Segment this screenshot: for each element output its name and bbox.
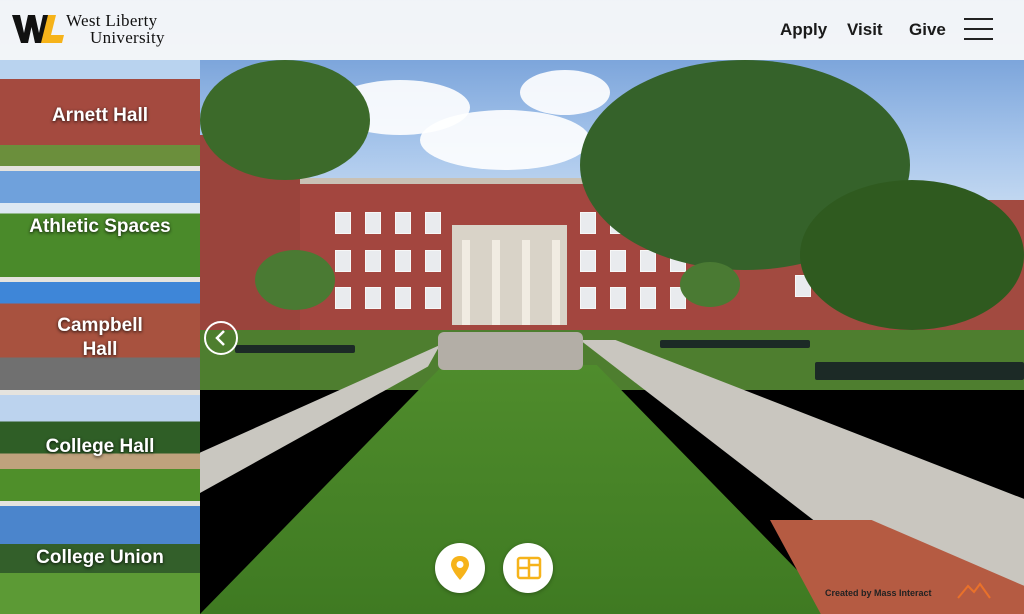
map-pin-icon <box>451 556 469 580</box>
sidebar-item-label: College Hall <box>45 436 155 457</box>
chevron-left-icon <box>215 330 225 346</box>
cloud <box>420 110 590 170</box>
tree <box>255 250 335 310</box>
sidebar-item-label: College Union <box>36 547 164 568</box>
sidebar-item-label: Arnett Hall <box>51 105 149 126</box>
nav-visit-link[interactable]: Visit <box>847 20 883 40</box>
sidebar-item-college-hall[interactable]: College Hall <box>0 395 200 501</box>
sidebar-item-label: Athletic Spaces <box>29 216 171 237</box>
bench <box>815 362 1024 380</box>
hamburger-menu-icon[interactable] <box>964 16 994 42</box>
location-sidebar: Arnett Hall Athletic Spaces Campbell Hal… <box>0 60 200 614</box>
floorplan-icon <box>516 556 542 580</box>
bench <box>235 345 355 353</box>
sidebar-item-arnett-hall[interactable]: Arnett Hall <box>0 60 200 166</box>
tree <box>680 262 740 307</box>
wl-logo-icon[interactable] <box>12 11 68 47</box>
bench <box>660 340 810 348</box>
tree <box>200 60 370 180</box>
fountain <box>438 332 583 370</box>
sidebar-item-athletic-spaces[interactable]: Athletic Spaces <box>0 171 200 277</box>
tree <box>800 180 1024 330</box>
floorplan-button[interactable] <box>503 543 553 593</box>
university-wordmark[interactable]: West Liberty University <box>66 12 165 46</box>
back-button[interactable] <box>204 321 238 355</box>
site-header: West Liberty University Apply Visit Give <box>0 0 1024 60</box>
credit-text[interactable]: Created by Mass Interact <box>825 588 932 598</box>
sidebar-item-label: Campbell Hall <box>57 315 143 360</box>
sidebar-item-college-union[interactable]: College Union <box>0 506 200 614</box>
wordmark-line-2: University <box>90 28 165 47</box>
sidebar-item-campbell-hall[interactable]: Campbell Hall <box>0 282 200 390</box>
nav-apply-link[interactable]: Apply <box>780 20 827 40</box>
wordmark-line-1: West Liberty <box>66 11 158 30</box>
mass-interact-logo-icon[interactable] <box>956 580 992 600</box>
cloud <box>520 70 610 115</box>
nav-give-link[interactable]: Give <box>909 20 946 40</box>
location-button[interactable] <box>435 543 485 593</box>
